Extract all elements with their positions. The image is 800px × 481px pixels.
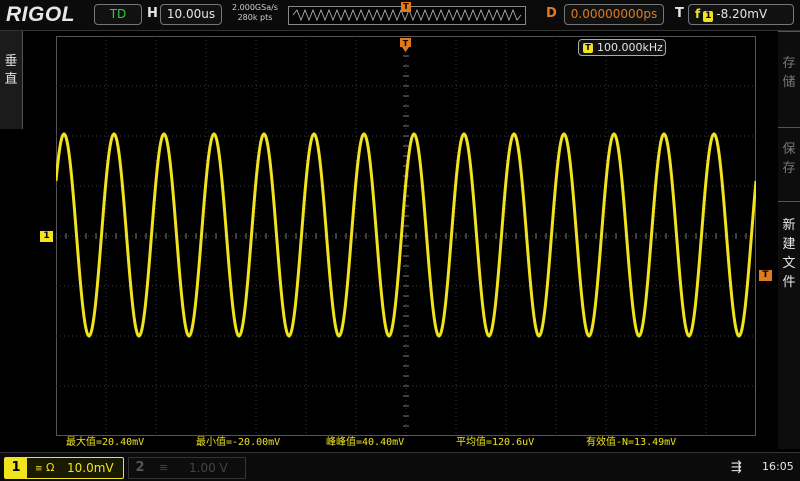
brand-logo: RIGOL [6,3,75,26]
run-status-indicator[interactable]: TD [94,4,142,25]
trigger-settings[interactable]: f 1 -8.20mV [688,4,794,25]
timebase-value[interactable]: 10.00us [160,4,222,25]
trigger-edge-icon: f [695,7,701,21]
measurement-min: 最小值=-20.00mV [196,437,281,448]
softkey-save-label: 保存 [782,142,796,176]
frequency-value: 100.000kHz [597,41,663,54]
top-status-bar: RIGOL TD H 10.00us 2.000GSa/s 280k pts T… [0,0,800,31]
sample-rate: 2.000GSa/s [232,3,278,12]
softkey-storage[interactable]: 存储 [778,31,800,128]
trigger-level-marker[interactable]: T [759,270,772,281]
measurement-average: 平均值=120.6uV [456,437,535,448]
horizontal-position-marker[interactable]: T [400,38,411,52]
frequency-counter: T 100.000kHz [578,39,666,56]
trigger-label: T [675,6,684,21]
ch2-coupling-icon: ≡ [159,461,169,474]
memory-depth: 280k pts [237,13,273,22]
vertical-menu-label: 垂直 [4,54,18,87]
trigger-level: -8.20mV [716,7,768,21]
ch2-number: 2 [135,460,145,475]
softkey-new-file-label: 新建文件 [782,218,796,290]
counter-trigger-icon: T [583,43,593,53]
trigger-source-badge: 1 [703,11,714,22]
softkey-new-file[interactable]: 新建文件 [778,201,800,302]
measurement-max: 最大值=20.40mV [66,437,145,448]
ch1-number: 1 [5,458,27,478]
delay-label: D [546,6,557,21]
ch2-scale: 1.00 V [189,461,228,475]
ch1-impedance-icon: ≡ Ω [35,461,55,474]
vertical-menu-tab[interactable]: 垂直 [0,31,23,129]
overview-trigger-marker: T [401,2,411,12]
ch1-scale: 10.0mV [67,461,114,475]
usb-icon: ⇶ [731,460,742,475]
horizontal-label: H [147,6,158,21]
bottom-status-bar: 1 ≡ Ω 10.0mV 2 ≡ 1.00 V ⇶ 16:05 [0,452,800,481]
measurement-peak-peak: 峰峰值=40.40mV [326,437,405,448]
delay-value[interactable]: 0.00000000ps [564,4,664,25]
measurement-rms: 有效值-N=13.49mV [586,437,677,448]
softkey-menu: 存储 保存 新建文件 [778,31,800,449]
ch1-offset-marker[interactable]: 1 [40,231,53,242]
acquisition-info: 2.000GSa/s 280k pts [229,3,281,23]
ch1-settings[interactable]: 1 ≡ Ω 10.0mV [4,457,124,479]
position-marker-text: T [403,39,409,48]
system-clock: 16:05 [762,460,794,473]
softkey-save[interactable]: 保存 [778,127,800,202]
waveform-graticule[interactable] [56,36,756,436]
ch2-settings[interactable]: 2 ≡ 1.00 V [128,457,246,479]
softkey-storage-label: 存储 [782,56,796,90]
